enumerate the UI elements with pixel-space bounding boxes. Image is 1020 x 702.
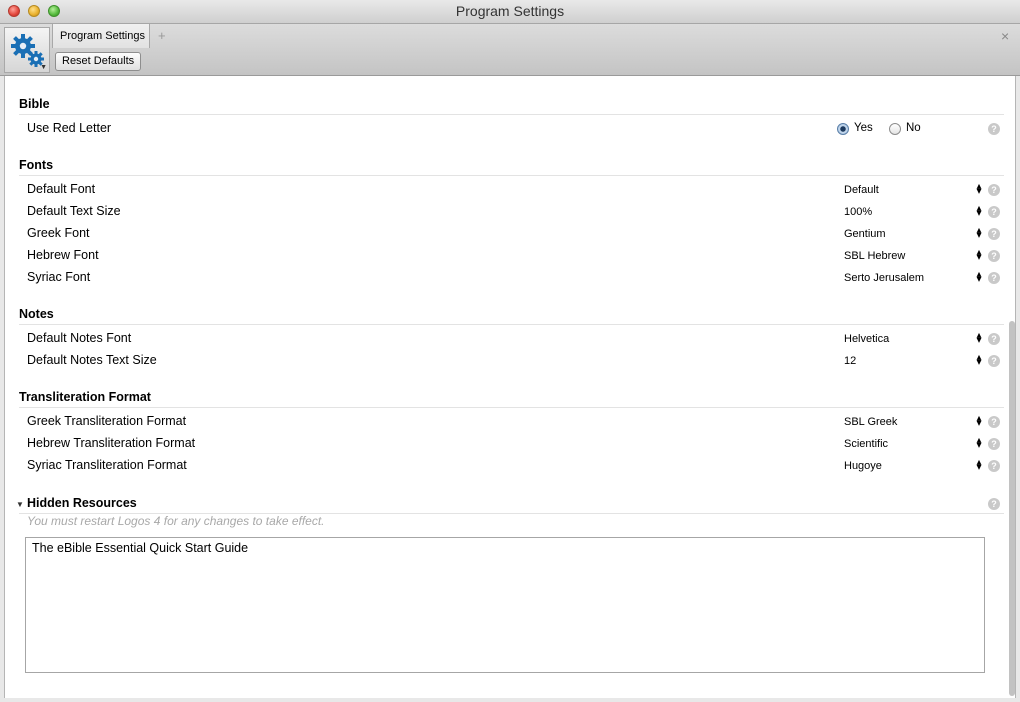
default-notes-text-size-label: Default Notes Text Size [27, 353, 157, 367]
tab-program-settings[interactable]: Program Settings [52, 24, 150, 48]
help-icon[interactable]: ? [988, 206, 1000, 218]
hidden-resources-list[interactable]: The eBible Essential Quick Start Guide [25, 537, 985, 673]
syriac-font-select[interactable]: Serto Jerusalem [844, 272, 924, 284]
section-title-hidden-resources[interactable]: Hidden Resources [27, 496, 137, 510]
section-divider [19, 407, 1004, 408]
help-icon[interactable]: ? [988, 460, 1000, 472]
updown-arrows-icon[interactable]: ▴ ▾ [975, 270, 983, 285]
red-letter-no-label[interactable]: No [906, 122, 921, 134]
updown-arrows-icon[interactable]: ▴ ▾ [975, 204, 983, 219]
close-window-button[interactable] [8, 5, 20, 17]
default-text-size-select[interactable]: 100% [844, 206, 872, 218]
syriac-transliteration-select[interactable]: Hugoye [844, 460, 882, 472]
chevron-down-icon: ▼ [40, 64, 47, 71]
updown-arrows-icon[interactable]: ▴ ▾ [975, 331, 983, 346]
default-notes-font-select[interactable]: Helvetica [844, 333, 889, 345]
help-icon[interactable]: ? [988, 272, 1000, 284]
help-icon[interactable]: ? [988, 438, 1000, 450]
greek-font-select[interactable]: Gentium [844, 228, 886, 240]
tab-label: Program Settings [60, 30, 145, 42]
greek-transliteration-select[interactable]: SBL Greek [844, 416, 897, 428]
section-title-notes: Notes [19, 307, 54, 321]
syriac-font-label: Syriac Font [27, 270, 91, 284]
restart-note: You must restart Logos 4 for any changes… [27, 514, 325, 528]
help-icon[interactable]: ? [988, 416, 1000, 428]
updown-arrows-icon[interactable]: ▴ ▾ [975, 353, 983, 368]
section-divider [19, 175, 1004, 176]
red-letter-yes-label[interactable]: Yes [854, 122, 873, 134]
updown-arrows-icon[interactable]: ▴ ▾ [975, 458, 983, 473]
title-bar: Program Settings [0, 0, 1020, 24]
default-notes-text-size-select[interactable]: 12 [844, 355, 856, 367]
help-icon[interactable]: ? [988, 228, 1000, 240]
greek-font-label: Greek Font [27, 226, 90, 240]
hebrew-font-label: Hebrew Font [27, 248, 99, 262]
window-title: Program Settings [455, 3, 565, 19]
use-red-letter-label: Use Red Letter [27, 121, 112, 135]
help-icon[interactable]: ? [988, 250, 1000, 262]
default-notes-font-label: Default Notes Font [27, 331, 132, 345]
close-tab-button[interactable]: × [1001, 28, 1009, 44]
settings-menu-button[interactable]: ▼ [4, 27, 50, 73]
default-font-label: Default Font [27, 182, 96, 196]
updown-arrows-icon[interactable]: ▴ ▾ [975, 226, 983, 241]
help-icon[interactable]: ? [988, 498, 1000, 510]
hebrew-transliteration-label: Hebrew Transliteration Format [27, 436, 196, 450]
disclosure-triangle-icon[interactable]: ▼ [16, 500, 24, 509]
help-icon[interactable]: ? [988, 123, 1000, 135]
toolbar: ▼ Program Settings + × Reset Defaults [0, 24, 1020, 76]
section-title-bible: Bible [19, 97, 50, 111]
minimize-window-button[interactable] [28, 5, 40, 17]
hebrew-transliteration-select[interactable]: Scientific [844, 438, 888, 450]
help-icon[interactable]: ? [988, 333, 1000, 345]
default-text-size-label: Default Text Size [27, 204, 121, 218]
section-title-fonts: Fonts [19, 158, 54, 172]
red-letter-yes-radio[interactable] [837, 123, 849, 135]
hebrew-font-select[interactable]: SBL Hebrew [844, 250, 905, 262]
settings-panel: Bible Use Red Letter Yes No ? Fonts Defa… [4, 76, 1016, 698]
list-item[interactable]: The eBible Essential Quick Start Guide [32, 541, 978, 555]
add-tab-button[interactable]: + [158, 28, 166, 43]
help-icon[interactable]: ? [988, 184, 1000, 196]
updown-arrows-icon[interactable]: ▴ ▾ [975, 248, 983, 263]
updown-arrows-icon[interactable]: ▴ ▾ [975, 436, 983, 451]
section-title-transliteration: Transliteration Format [19, 390, 151, 404]
zoom-window-button[interactable] [48, 5, 60, 17]
red-letter-no-radio[interactable] [889, 123, 901, 135]
default-font-select[interactable]: Default [844, 184, 879, 196]
vertical-scrollbar[interactable] [1009, 321, 1015, 696]
help-icon[interactable]: ? [988, 355, 1000, 367]
section-divider [19, 324, 1004, 325]
syriac-transliteration-label: Syriac Transliteration Format [27, 458, 187, 472]
reset-defaults-button[interactable]: Reset Defaults [55, 52, 142, 71]
updown-arrows-icon[interactable]: ▴ ▾ [975, 182, 983, 197]
greek-transliteration-label: Greek Transliteration Format [27, 414, 187, 428]
updown-arrows-icon[interactable]: ▴ ▾ [975, 414, 983, 429]
section-divider [19, 114, 1004, 115]
